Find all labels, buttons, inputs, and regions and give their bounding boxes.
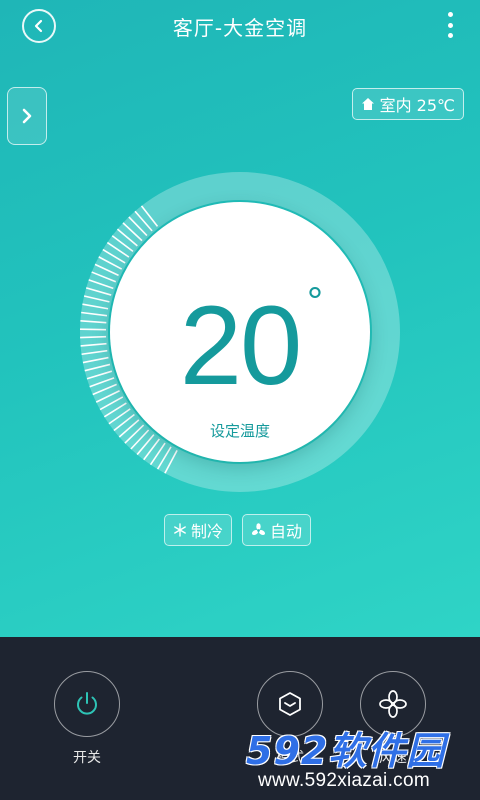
power-button[interactable] bbox=[54, 671, 120, 737]
chevron-right-icon bbox=[22, 108, 32, 124]
set-temperature-value: 20 bbox=[179, 283, 303, 408]
watermark-logo: 592软件园 bbox=[246, 729, 446, 773]
watermark: 592软件园 www.592xiazai.com bbox=[246, 720, 476, 800]
indoor-temperature-badge: 室内 25℃ bbox=[351, 88, 464, 120]
mode-chip: 制冷 bbox=[164, 514, 233, 546]
fan-chip-label: 自动 bbox=[270, 522, 303, 541]
indoor-temperature-text: 室内 25℃ bbox=[379, 96, 455, 115]
temperature-display: 20 ° 设定温度 bbox=[110, 202, 370, 462]
fan-icon bbox=[251, 522, 266, 535]
side-panel-toggle[interactable] bbox=[7, 87, 47, 145]
mode-icon bbox=[279, 692, 301, 716]
watermark-url: www.592xiazai.com bbox=[258, 770, 430, 791]
snowflake-icon bbox=[174, 523, 186, 537]
power-control: 开关 bbox=[52, 671, 122, 767]
page-title: 客厅-大金空调 bbox=[172, 16, 308, 40]
power-icon bbox=[77, 692, 97, 715]
set-temperature-label: 设定温度 bbox=[209, 422, 270, 440]
home-icon bbox=[361, 98, 374, 110]
more-menu-button[interactable] bbox=[438, 10, 462, 40]
power-label: 开关 bbox=[73, 750, 101, 766]
degree-symbol: ° bbox=[307, 280, 323, 324]
fan-chip: 自动 bbox=[242, 514, 312, 546]
status-chips: 制冷 自动 bbox=[164, 514, 312, 546]
temperature-dial[interactable]: 20 ° 设定温度 bbox=[78, 170, 402, 494]
dot-icon bbox=[447, 33, 453, 38]
fan-speed-icon bbox=[379, 690, 407, 718]
dial-tick bbox=[80, 335, 107, 339]
mode-chip-label: 制冷 bbox=[191, 522, 224, 541]
dot-icon bbox=[447, 22, 453, 28]
dot-icon bbox=[447, 12, 453, 17]
thermostat-panel: 客厅-大金空调 室内 25℃ 20 ° 设定温度 制冷 自动 bbox=[0, 0, 480, 637]
temperature-readout: 20 ° bbox=[110, 280, 370, 402]
header: 客厅-大金空调 bbox=[0, 0, 480, 52]
